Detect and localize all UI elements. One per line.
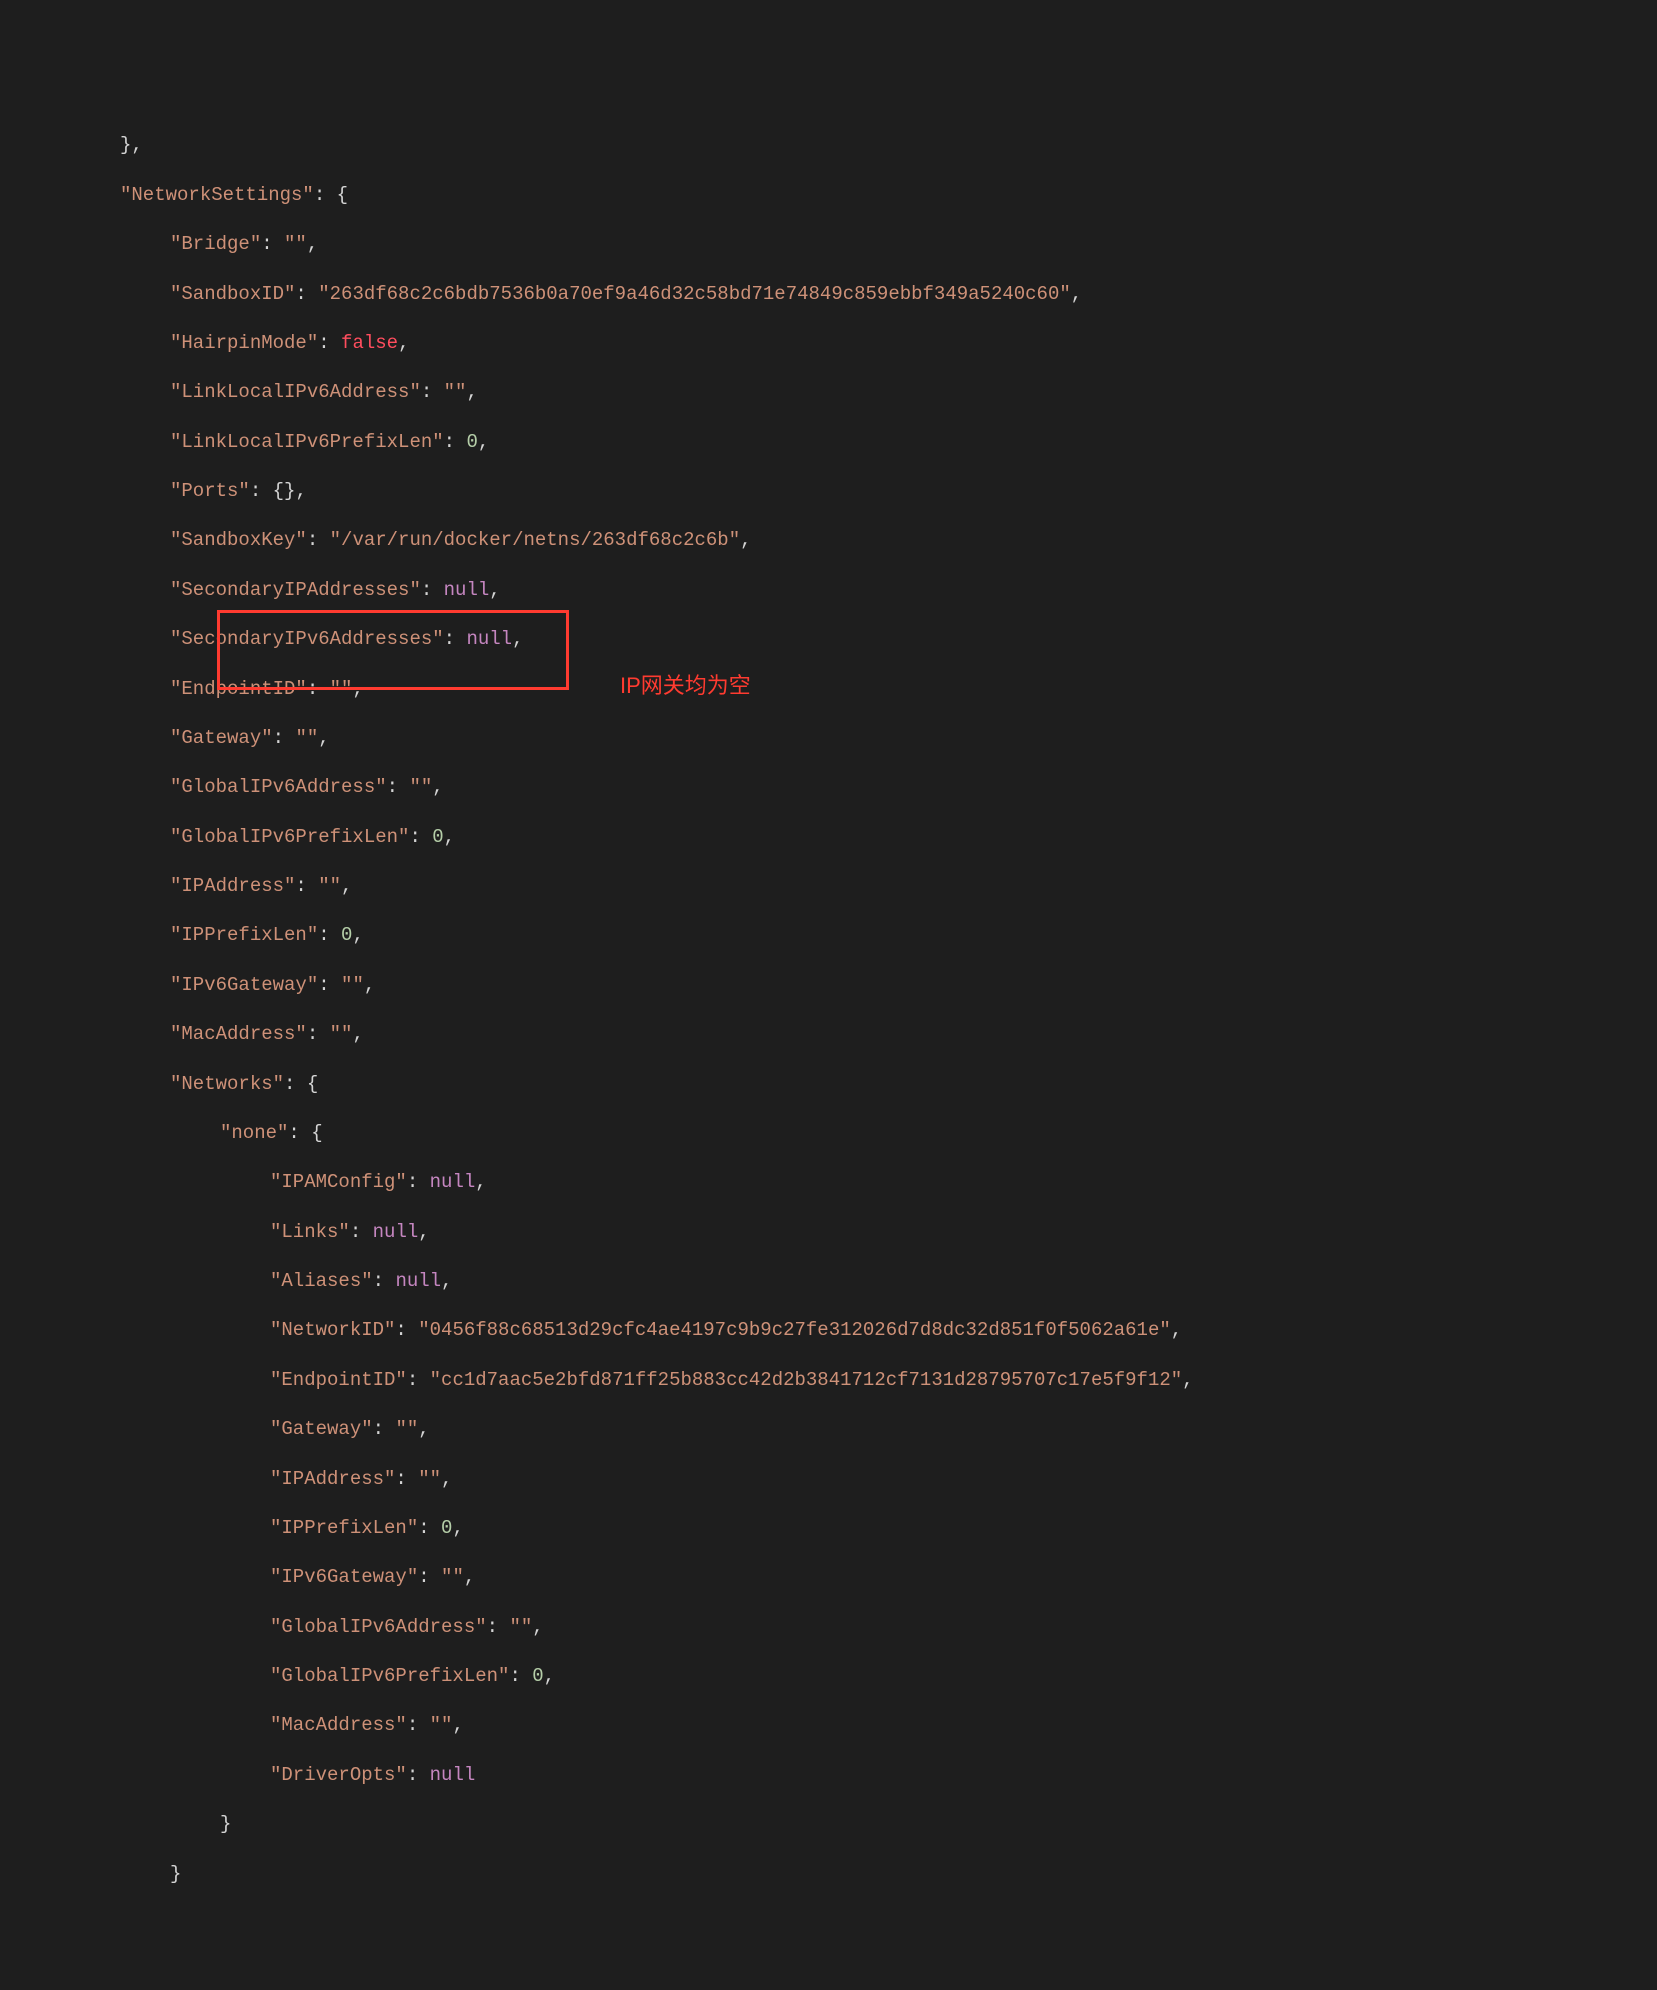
code-block: }, "NetworkSettings": { "Bridge": "", "S… xyxy=(20,109,1637,1911)
code-line: "SecondaryIPAddresses": null, xyxy=(20,578,1637,603)
code-line: "DriverOpts": null xyxy=(20,1763,1637,1788)
code-line: "IPv6Gateway": "", xyxy=(20,1565,1637,1590)
code-line: "Gateway": "", xyxy=(20,1417,1637,1442)
code-line: "IPAddress": "", xyxy=(20,1467,1637,1492)
code-line: "MacAddress": "", xyxy=(20,1022,1637,1047)
code-line: "SandboxID": "263df68c2c6bdb7536b0a70ef9… xyxy=(20,282,1637,307)
code-line: "EndpointID": "", xyxy=(20,677,1637,702)
code-line: "IPAMConfig": null, xyxy=(20,1170,1637,1195)
code-line: "GlobalIPv6PrefixLen": 0, xyxy=(20,825,1637,850)
code-line: "IPPrefixLen": 0, xyxy=(20,923,1637,948)
code-line: "SecondaryIPv6Addresses": null, xyxy=(20,627,1637,652)
code-line: "GlobalIPv6PrefixLen": 0, xyxy=(20,1664,1637,1689)
code-line: "MacAddress": "", xyxy=(20,1713,1637,1738)
code-line: "IPPrefixLen": 0, xyxy=(20,1516,1637,1541)
code-line: } xyxy=(20,1862,1637,1887)
code-line: "EndpointID": "cc1d7aac5e2bfd871ff25b883… xyxy=(20,1368,1637,1393)
code-line: "IPv6Gateway": "", xyxy=(20,973,1637,998)
code-line: "none": { xyxy=(20,1121,1637,1146)
code-line: "Aliases": null, xyxy=(20,1269,1637,1294)
code-line: "LinkLocalIPv6PrefixLen": 0, xyxy=(20,430,1637,455)
code-line: "GlobalIPv6Address": "", xyxy=(20,1615,1637,1640)
code-line: "Links": null, xyxy=(20,1220,1637,1245)
code-line: "HairpinMode": false, xyxy=(20,331,1637,356)
code-line: "SandboxKey": "/var/run/docker/netns/263… xyxy=(20,528,1637,553)
code-line: "GlobalIPv6Address": "", xyxy=(20,775,1637,800)
annotation-text: IP网关均为空 xyxy=(620,672,751,701)
code-line: }, xyxy=(20,133,1637,158)
code-line: "Gateway": "", xyxy=(20,726,1637,751)
code-line: "LinkLocalIPv6Address": "", xyxy=(20,380,1637,405)
code-line: "Bridge": "", xyxy=(20,232,1637,257)
code-line: "NetworkSettings": { xyxy=(20,183,1637,208)
code-line: "NetworkID": "0456f88c68513d29cfc4ae4197… xyxy=(20,1318,1637,1343)
code-line: } xyxy=(20,1812,1637,1837)
code-line: "Networks": { xyxy=(20,1072,1637,1097)
code-line: "Ports": {}, xyxy=(20,479,1637,504)
code-line: "IPAddress": "", xyxy=(20,874,1637,899)
